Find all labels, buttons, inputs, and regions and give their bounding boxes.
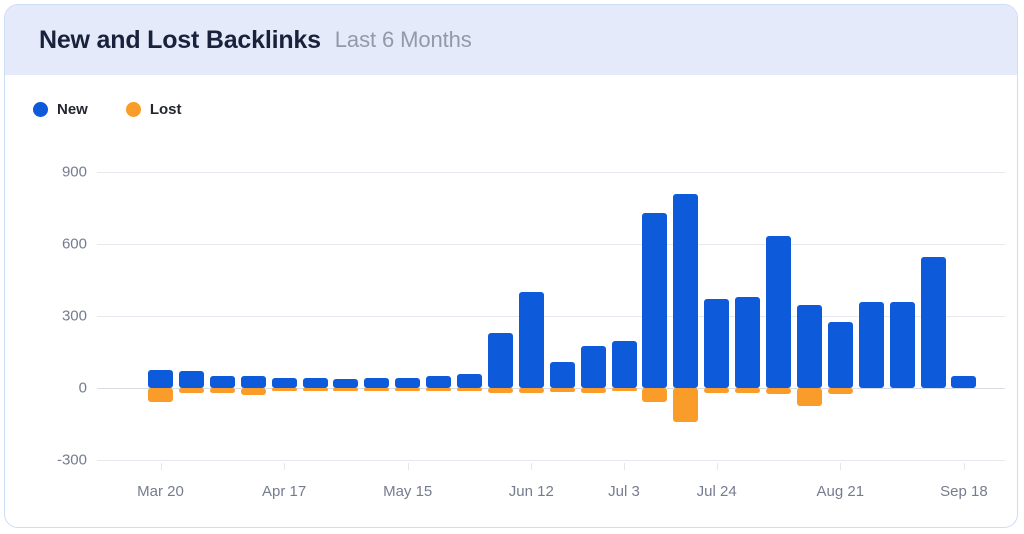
bar-lost[interactable] bbox=[580, 388, 606, 393]
bar-lost[interactable] bbox=[735, 388, 761, 394]
bar-new[interactable] bbox=[364, 378, 390, 388]
bar-new[interactable] bbox=[951, 376, 977, 388]
bar-lost[interactable] bbox=[487, 388, 513, 393]
bar-lost[interactable] bbox=[704, 388, 730, 394]
bar-new[interactable] bbox=[487, 332, 513, 388]
backlinks-chart-card: New and Lost Backlinks Last 6 Months New… bbox=[4, 4, 1018, 528]
bar-new[interactable] bbox=[333, 378, 359, 388]
bar-new[interactable] bbox=[178, 371, 204, 388]
x-axis-tick-label: Aug 21 bbox=[816, 483, 865, 500]
bar-new[interactable] bbox=[148, 370, 173, 388]
x-axis-tick-mark bbox=[716, 463, 718, 470]
bar-new[interactable] bbox=[611, 341, 637, 388]
gridline bbox=[97, 244, 1005, 245]
x-axis-tick-mark bbox=[840, 463, 842, 470]
x-axis-tick-mark bbox=[160, 463, 162, 470]
bar-new[interactable] bbox=[240, 376, 266, 388]
x-axis-tick-mark bbox=[531, 463, 533, 470]
bar-new[interactable] bbox=[549, 361, 575, 388]
bar-lost[interactable] bbox=[148, 388, 173, 403]
bar-lost[interactable] bbox=[549, 388, 575, 393]
bar-lost[interactable] bbox=[178, 388, 204, 394]
bar-lost[interactable] bbox=[518, 388, 544, 394]
bar-new[interactable] bbox=[735, 297, 761, 388]
bar-new[interactable] bbox=[395, 377, 421, 388]
bar-lost[interactable] bbox=[766, 388, 791, 394]
gridline bbox=[97, 460, 1005, 461]
bar-new[interactable] bbox=[518, 292, 544, 388]
bar-new[interactable] bbox=[457, 373, 482, 388]
y-axis-tick-label: 600 bbox=[61, 235, 87, 253]
x-axis-tick-mark bbox=[963, 463, 965, 470]
x-axis-tick-mark bbox=[284, 463, 286, 470]
bar-new[interactable] bbox=[766, 235, 791, 388]
gridline bbox=[97, 172, 1005, 173]
bar-new[interactable] bbox=[827, 322, 853, 388]
bar-new[interactable] bbox=[426, 376, 452, 388]
x-axis-tick-label: May 15 bbox=[383, 483, 433, 500]
bar-lost[interactable] bbox=[796, 388, 822, 406]
bar-lost[interactable] bbox=[642, 388, 668, 402]
bar-new[interactable] bbox=[302, 377, 328, 388]
x-axis-tick-label: Jul 3 bbox=[608, 483, 640, 500]
bar-new[interactable] bbox=[580, 346, 606, 388]
x-axis-tick-mark bbox=[624, 463, 625, 470]
bar-new[interactable] bbox=[209, 376, 235, 388]
y-axis-tick-label: 900 bbox=[61, 163, 87, 181]
bar-lost[interactable] bbox=[333, 388, 359, 392]
y-axis-tick-label: 300 bbox=[61, 307, 87, 325]
bar-lost[interactable] bbox=[426, 388, 452, 392]
bar-new[interactable] bbox=[796, 305, 822, 388]
bar-lost[interactable] bbox=[395, 388, 421, 392]
bar-lost[interactable] bbox=[209, 388, 235, 393]
chart-plot-area: 900 600 300 0 -300 Mar 20 Apr 17 May 15 Jun 12 Ju… bbox=[5, 5, 1017, 527]
y-axis-tick-label: -300 bbox=[56, 451, 87, 469]
bar-new[interactable] bbox=[889, 301, 915, 388]
bar-lost[interactable] bbox=[611, 388, 637, 391]
bar-lost[interactable] bbox=[364, 388, 390, 392]
x-axis-tick-label: Sep 18 bbox=[940, 483, 988, 500]
bar-new[interactable] bbox=[704, 299, 730, 388]
x-axis-tick-mark bbox=[407, 463, 409, 470]
bar-lost[interactable] bbox=[271, 388, 297, 392]
bar-new[interactable] bbox=[673, 193, 699, 388]
bar-lost[interactable] bbox=[827, 388, 853, 394]
bar-lost[interactable] bbox=[240, 388, 266, 396]
bar-new[interactable] bbox=[920, 257, 946, 388]
x-axis-tick-label: Jun 12 bbox=[508, 483, 554, 500]
bar-new[interactable] bbox=[271, 378, 297, 388]
bar-lost[interactable] bbox=[302, 388, 328, 392]
bar-lost[interactable] bbox=[673, 388, 699, 422]
bar-new[interactable] bbox=[642, 212, 668, 388]
x-axis-tick-label: Mar 20 bbox=[137, 483, 184, 500]
bar-lost[interactable] bbox=[457, 388, 482, 392]
y-axis-tick-label: 0 bbox=[78, 379, 87, 397]
x-axis-tick-label: Apr 17 bbox=[261, 483, 307, 500]
x-axis-tick-label: Jul 24 bbox=[696, 483, 737, 500]
bar-new[interactable] bbox=[858, 301, 884, 388]
